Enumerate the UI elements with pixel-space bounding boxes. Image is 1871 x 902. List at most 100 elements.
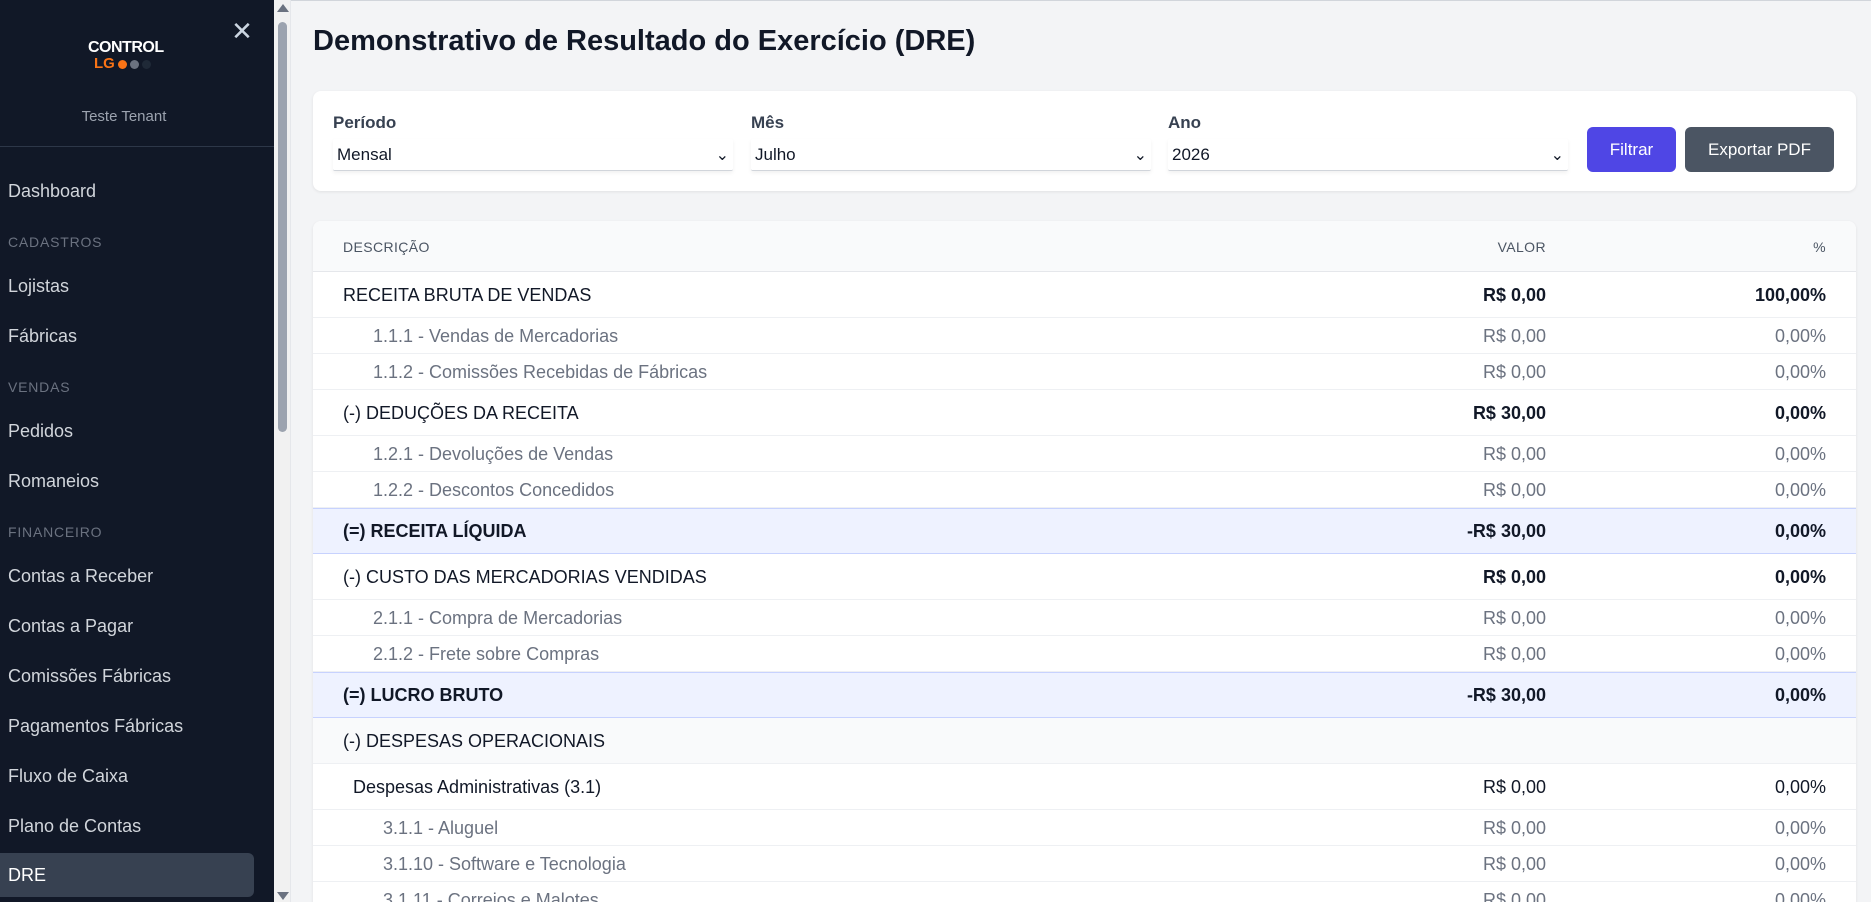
row-desc: 1.2.1 - Devoluções de Vendas (373, 444, 614, 464)
periodo-label: Período (333, 113, 397, 132)
header-descricao: DESCRIÇÃO (343, 239, 430, 255)
close-icon[interactable]: ✕ (230, 19, 254, 45)
chevron-down-icon: ⌄ (715, 145, 729, 164)
table-row: RECEITA BRUTA DE VENDAS R$ 0,00 100,00% (313, 272, 1856, 318)
sidebar-item-lojistas[interactable]: Lojistas (0, 264, 254, 308)
row-desc: 2.1.1 - Compra de Mercadorias (373, 608, 623, 628)
row-desc: Despesas Administrativas (3.1) (353, 777, 602, 797)
table-row: 2.1.2 - Frete sobre Compras R$ 0,00 0,00… (313, 636, 1856, 672)
row-value: -R$ 30,00 (1466, 521, 1546, 541)
mes-group: Mês Julho ⌄ (751, 113, 1151, 171)
row-pct: 0,00% (1774, 890, 1826, 902)
table-row: 1.1.2 - Comissões Recebidas de Fábricas … (313, 354, 1856, 390)
sidebar-item-pagamentos[interactable]: Pagamentos Fábricas (0, 704, 254, 748)
row-value: R$ 0,00 (1482, 818, 1546, 838)
row-desc: 1.2.2 - Descontos Concedidos (373, 480, 615, 500)
row-value: R$ 0,00 (1482, 854, 1546, 874)
dre-table: DESCRIÇÃO VALOR % RECEITA BRUTA DE VENDA… (313, 221, 1856, 902)
row-desc: 3.1.11 - Correios e Malotes (383, 890, 599, 902)
section-cadastros: CADASTROS (8, 234, 103, 250)
table-row: 3.1.1 - Aluguel R$ 0,00 0,00% (313, 810, 1856, 846)
page-scrollbar[interactable] (274, 0, 291, 902)
ano-select[interactable]: 2026 ⌄ (1168, 139, 1568, 171)
section-vendas: VENDAS (8, 379, 71, 395)
periodo-group: Período Mensal ⌄ (333, 113, 733, 171)
row-pct: 0,00% (1774, 818, 1826, 838)
page-title: Demonstrativo de Resultado do Exercício … (313, 25, 976, 57)
scroll-down-arrow-icon[interactable] (277, 892, 289, 900)
logo-dot-dark (141, 59, 151, 69)
logo-dot-gray (129, 59, 139, 69)
table-row: 1.2.2 - Descontos Concedidos R$ 0,00 0,0… (313, 472, 1856, 508)
row-value: R$ 0,00 (1482, 444, 1546, 464)
filter-button[interactable]: Filtrar (1587, 127, 1676, 172)
header-valor: VALOR (1497, 239, 1546, 255)
periodo-value: Mensal (337, 145, 392, 164)
sidebar-item-comissoes[interactable]: Comissões Fábricas (0, 654, 254, 698)
row-desc: (=) LUCRO BRUTO (343, 685, 504, 705)
row-pct: 0,00% (1774, 567, 1826, 587)
scroll-up-arrow-icon[interactable] (277, 4, 289, 12)
sidebar-divider (0, 146, 274, 147)
ano-value: 2026 (1172, 145, 1210, 164)
row-pct: 0,00% (1774, 777, 1826, 797)
row-desc: (-) DEDUÇÕES DA RECEITA (343, 403, 579, 423)
row-value: R$ 0,00 (1482, 890, 1546, 902)
sidebar-item-fluxo[interactable]: Fluxo de Caixa (0, 754, 254, 798)
sidebar-item-dashboard[interactable]: Dashboard (0, 169, 254, 213)
row-pct: 0,00% (1774, 521, 1826, 541)
row-value: R$ 0,00 (1482, 644, 1546, 664)
logo-dot-orange (117, 59, 127, 69)
row-value: R$ 0,00 (1482, 362, 1546, 382)
row-pct: 100,00% (1754, 285, 1826, 305)
row-pct: 0,00% (1774, 480, 1826, 500)
row-pct: 0,00% (1774, 362, 1826, 382)
sidebar-item-contas-pagar[interactable]: Contas a Pagar (0, 604, 254, 648)
row-value: R$ 0,00 (1482, 608, 1546, 628)
row-desc: RECEITA BRUTA DE VENDAS (343, 285, 592, 305)
sidebar-item-fabricas[interactable]: Fábricas (0, 314, 254, 358)
row-value: R$ 0,00 (1482, 285, 1546, 305)
chevron-down-icon: ⌄ (1550, 145, 1564, 164)
table-row: 2.1.1 - Compra de Mercadorias R$ 0,00 0,… (313, 600, 1856, 636)
section-financeiro: FINANCEIRO (8, 524, 103, 540)
ano-label: Ano (1168, 113, 1202, 132)
row-value: R$ 30,00 (1472, 403, 1546, 423)
row-value: R$ 0,00 (1482, 777, 1546, 797)
scroll-thumb[interactable] (278, 22, 287, 432)
row-value: R$ 0,00 (1482, 326, 1546, 346)
sidebar: ✕ CONTROL LG Teste Tenant Dashboard CADA… (0, 0, 274, 902)
main-content: Demonstrativo de Resultado do Exercício … (291, 0, 1871, 902)
row-value: R$ 0,00 (1482, 567, 1546, 587)
row-desc: 1.1.2 - Comissões Recebidas de Fábricas (373, 362, 708, 382)
sidebar-item-romaneios[interactable]: Romaneios (0, 459, 254, 503)
export-pdf-button[interactable]: Exportar PDF (1685, 127, 1834, 172)
table-row: (-) DEDUÇÕES DA RECEITA R$ 30,00 0,00% (313, 390, 1856, 436)
sidebar-item-plano[interactable]: Plano de Contas (0, 804, 254, 848)
mes-select[interactable]: Julho ⌄ (751, 139, 1151, 171)
periodo-select[interactable]: Mensal ⌄ (333, 139, 733, 171)
row-value: R$ 0,00 (1482, 480, 1546, 500)
table-row: 3.1.11 - Correios e Malotes R$ 0,00 0,00… (313, 882, 1856, 902)
table-row: 1.2.1 - Devoluções de Vendas R$ 0,00 0,0… (313, 436, 1856, 472)
table-row-total: (=) RECEITA LÍQUIDA -R$ 30,00 0,00% (313, 508, 1856, 554)
ano-group: Ano 2026 ⌄ (1168, 113, 1568, 171)
row-pct: 0,00% (1774, 326, 1826, 346)
row-desc: (-) DESPESAS OPERACIONAIS (343, 731, 606, 751)
logo-text-bottom: LG (94, 56, 160, 72)
row-pct: 0,00% (1774, 608, 1826, 628)
tenant-name: Teste Tenant (81, 108, 167, 125)
table-row-group: (-) DESPESAS OPERACIONAIS (313, 718, 1856, 764)
logo: CONTROL LG (88, 40, 164, 74)
sidebar-item-pedidos[interactable]: Pedidos (0, 409, 254, 453)
chevron-down-icon: ⌄ (1133, 145, 1147, 164)
row-value: -R$ 30,00 (1466, 685, 1546, 705)
mes-label: Mês (751, 113, 785, 132)
sidebar-item-dre[interactable]: DRE (0, 853, 254, 897)
row-pct: 0,00% (1774, 685, 1826, 705)
table-row: 1.1.1 - Vendas de Mercadorias R$ 0,00 0,… (313, 318, 1856, 354)
filter-card: Período Mensal ⌄ Mês Julho ⌄ Ano 2026 ⌄ … (313, 91, 1856, 191)
sidebar-item-contas-receber[interactable]: Contas a Receber (0, 554, 254, 598)
mes-value: Julho (755, 145, 796, 164)
row-pct: 0,00% (1774, 444, 1826, 464)
